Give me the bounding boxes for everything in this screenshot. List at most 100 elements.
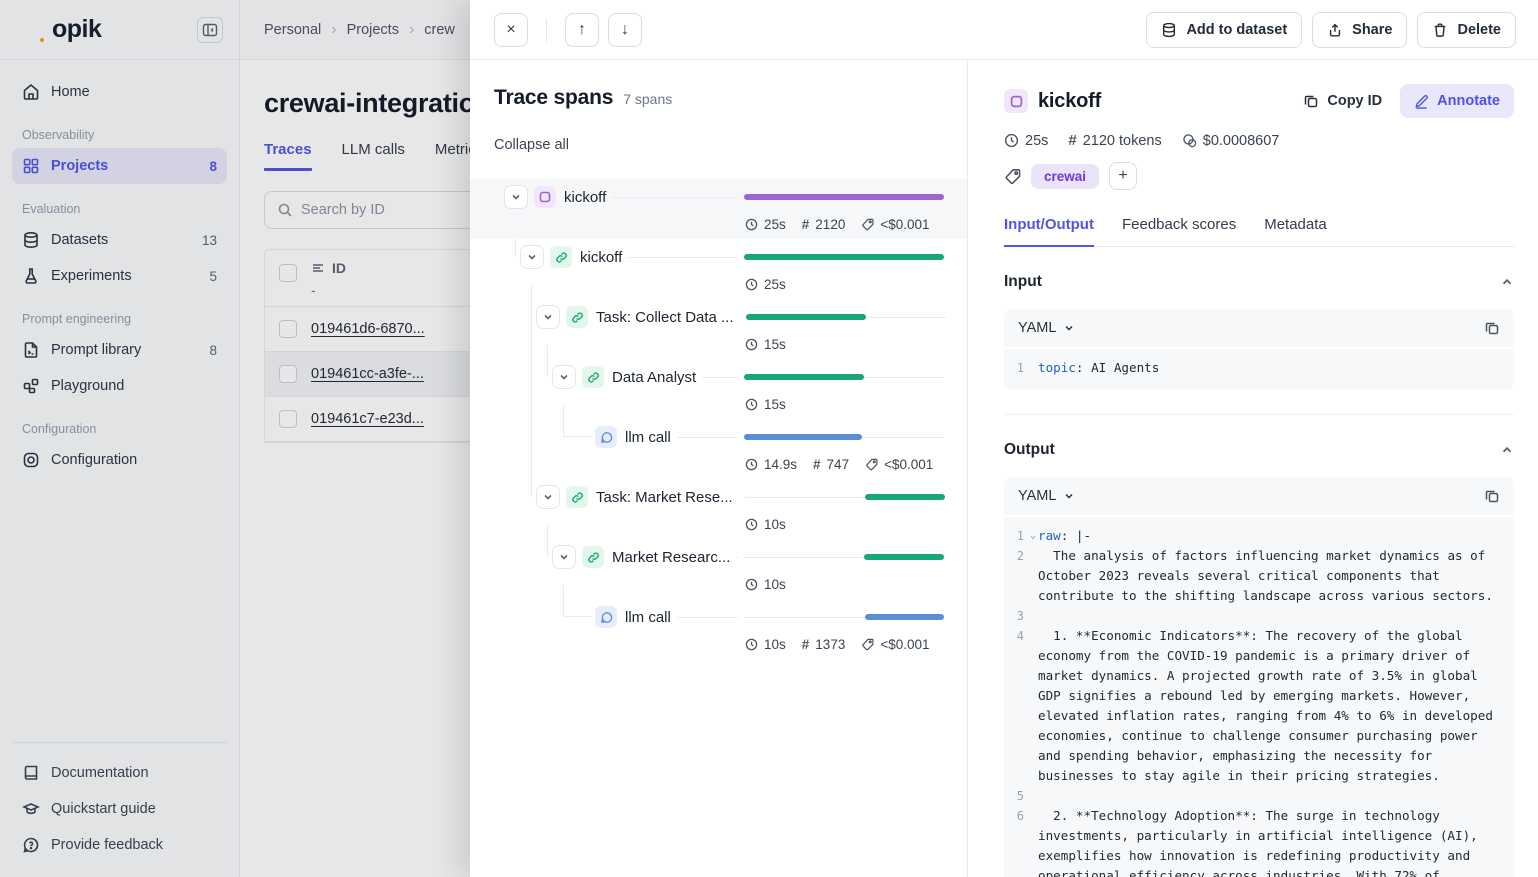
add-to-dataset-button[interactable]: Add to dataset: [1146, 12, 1302, 48]
input-yaml-box: YAML 1 topic: AI Agents: [1004, 309, 1514, 390]
span-label: Data Analyst: [612, 369, 696, 386]
spans-title: Trace spans: [494, 86, 613, 110]
delete-button[interactable]: Delete: [1417, 12, 1516, 48]
annotate-button[interactable]: Annotate: [1400, 84, 1514, 118]
modal-backdrop: [0, 0, 240, 877]
yaml-text: 2. **Technology Adoption**: The surge in…: [1038, 806, 1504, 877]
copy-id-button[interactable]: Copy ID: [1293, 84, 1392, 118]
span-duration: 10s: [764, 517, 786, 532]
chevron-down-icon[interactable]: [552, 365, 576, 389]
span-label: kickoff: [580, 249, 622, 266]
tokens-icon: #: [802, 217, 810, 232]
annotate-label: Annotate: [1437, 93, 1500, 109]
span-duration: 15s: [764, 337, 786, 352]
clock-icon: [745, 458, 758, 471]
add-to-dataset-label: Add to dataset: [1186, 22, 1287, 38]
tokens-icon: #: [1068, 132, 1076, 149]
span-row-kickoff[interactable]: kickoff 25s: [470, 239, 967, 299]
fold-chevron-icon[interactable]: ⌄: [1030, 526, 1036, 546]
yaml-value: : AI Agents: [1076, 360, 1159, 375]
span-row-market-researcher[interactable]: Market Researc... 10s: [470, 539, 967, 599]
chevron-up-icon[interactable]: [1500, 275, 1514, 289]
yaml-key: raw: [1038, 528, 1061, 543]
collapse-all-button[interactable]: Collapse all: [494, 137, 569, 153]
span-label: kickoff: [564, 189, 606, 206]
delete-label: Delete: [1457, 22, 1501, 38]
tab-input-output[interactable]: Input/Output: [1004, 216, 1094, 247]
span-row-task-collect-data[interactable]: Task: Collect Data ... 15s: [470, 299, 967, 359]
chevron-down-icon[interactable]: [536, 305, 560, 329]
span-row-task-market-research[interactable]: Task: Market Rese... 10s: [470, 479, 967, 539]
duration-bar: [864, 554, 944, 560]
detail-duration: 25s: [1025, 133, 1048, 149]
code-line: 1 topic: AI Agents: [1004, 358, 1504, 378]
span-tokens: 747: [827, 457, 850, 472]
clock-icon: [745, 578, 758, 591]
code-line: 1⌄ raw: |-: [1004, 526, 1504, 546]
share-icon: [1327, 22, 1343, 38]
trace-detail-panel: × ↑ ↓ Add to dataset Share Delete: [470, 0, 1538, 877]
cost-icon: [865, 458, 878, 471]
span-type-icon: [582, 546, 604, 568]
chevron-up-icon[interactable]: [1500, 443, 1514, 457]
code-line: 3: [1004, 606, 1504, 626]
chevron-down-icon: [1063, 322, 1075, 334]
tokens-icon: #: [802, 637, 810, 652]
share-label: Share: [1352, 22, 1392, 38]
spans-tree: kickoff 25s #2120 <$0.001: [470, 179, 967, 659]
duration-bar: [744, 194, 944, 200]
prev-trace-arrow-up-icon[interactable]: ↑: [565, 13, 599, 47]
copy-icon[interactable]: [1484, 320, 1500, 336]
span-duration: 14.9s: [764, 457, 797, 472]
copy-id-label: Copy ID: [1327, 93, 1382, 109]
clock-icon: [745, 218, 758, 231]
clock-icon: [745, 518, 758, 531]
span-duration: 10s: [764, 637, 786, 652]
span-row-llm-call[interactable]: llm call 14.9s #747 <$0.001: [470, 419, 967, 479]
span-label: Task: Collect Data ...: [596, 309, 734, 326]
span-type-icon: [550, 246, 572, 268]
copy-icon[interactable]: [1484, 488, 1500, 504]
tag-crewai[interactable]: crewai: [1031, 164, 1099, 189]
chevron-down-icon[interactable]: [552, 545, 576, 569]
tab-metadata[interactable]: Metadata: [1264, 216, 1327, 246]
yaml-text: The analysis of factors influencing mark…: [1038, 546, 1504, 606]
trace-spans-pane: Trace spans 7 spans Collapse all: [470, 60, 968, 877]
close-icon[interactable]: ×: [494, 13, 528, 47]
format-select[interactable]: YAML: [1018, 320, 1075, 336]
tab-feedback-scores[interactable]: Feedback scores: [1122, 216, 1236, 246]
code-line: 2 The analysis of factors influencing ma…: [1004, 546, 1504, 606]
code-line: 6 2. **Technology Adoption**: The surge …: [1004, 806, 1504, 877]
code-line: 4 1. **Economic Indicators**: The recove…: [1004, 626, 1504, 786]
add-tag-button[interactable]: +: [1109, 162, 1137, 190]
detail-metrics: 25s #2120 tokens $0.0008607: [1004, 132, 1514, 149]
next-trace-arrow-down-icon[interactable]: ↓: [608, 13, 642, 47]
clock-icon: [745, 338, 758, 351]
chevron-down-icon[interactable]: [520, 245, 544, 269]
duration-bar: [865, 614, 944, 620]
span-label: Task: Market Rese...: [596, 489, 733, 506]
chevron-down-icon[interactable]: [536, 485, 560, 509]
output-section-header: Output: [1004, 441, 1514, 459]
llm-call-icon: [595, 426, 617, 448]
input-section-header: Input: [1004, 273, 1514, 291]
span-row-data-analyst[interactable]: Data Analyst 15s: [470, 359, 967, 419]
format-select[interactable]: YAML: [1018, 488, 1075, 504]
cost-icon: [861, 218, 874, 231]
yaml-text: [1038, 606, 1504, 626]
trash-icon: [1432, 22, 1448, 38]
detail-tabs: Input/Output Feedback scores Metadata: [1004, 216, 1514, 247]
share-button[interactable]: Share: [1312, 12, 1407, 48]
spans-count: 7 spans: [623, 91, 672, 107]
span-duration: 25s: [764, 277, 786, 292]
span-row-llm-call[interactable]: llm call 10s #1373 <$0.001: [470, 599, 967, 659]
input-label: Input: [1004, 273, 1042, 291]
trace-type-icon: [1004, 89, 1028, 113]
span-row-kickoff-trace[interactable]: kickoff 25s #2120 <$0.001: [470, 179, 967, 239]
span-type-icon: [566, 306, 588, 328]
tag-icon: [1004, 168, 1021, 185]
chevron-down-icon[interactable]: [504, 185, 528, 209]
tags-row: crewai +: [1004, 162, 1514, 190]
cost-icon: [1182, 133, 1197, 148]
span-label: llm call: [625, 609, 671, 626]
